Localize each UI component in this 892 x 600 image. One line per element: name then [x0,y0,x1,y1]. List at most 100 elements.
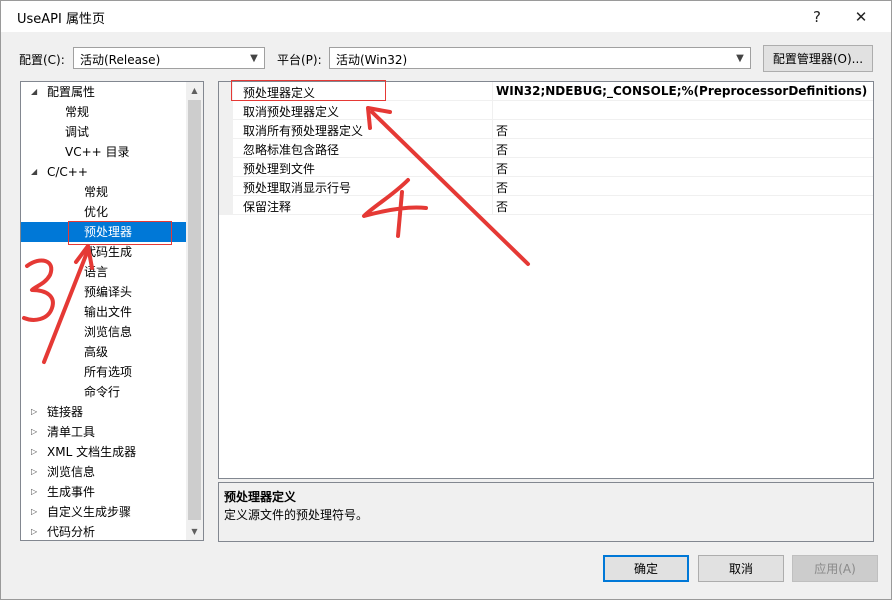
tree-item-label: 语言 [84,265,109,279]
property-row[interactable]: 取消所有预处理器定义 否 [219,120,873,139]
expand-arrow-icon[interactable]: ▷ [31,462,41,482]
tree-item[interactable]: 命令行 [21,382,187,402]
property-row[interactable]: 取消预处理器定义 [219,101,873,120]
tree-item[interactable]: 代码生成 [21,242,187,262]
description-text: 定义源文件的预处理符号。 [224,508,369,522]
property-grid: 预处理器定义 WIN32;NDEBUG;_CONSOLE;%(Preprocess… [218,81,874,479]
tree-item[interactable]: ▷ 生成事件 [21,482,187,502]
platform-value: 活动(Win32) [336,53,408,67]
help-button[interactable]: ? [795,1,839,32]
row-gutter [219,139,233,158]
config-value: 活动(Release) [80,53,161,67]
tree-item-label: 高级 [84,345,109,359]
property-name: 忽略标准包含路径 [243,143,340,157]
tree-item-label: 优化 [84,205,109,219]
tree-item[interactable]: 优化 [21,202,187,222]
column-divider [492,101,493,120]
collapse-arrow-icon[interactable]: ◢ [31,82,41,102]
config-manager-button[interactable]: 配置管理器(O)... [763,45,873,72]
tree-item-label: 代码分析 [47,525,96,539]
config-dropdown[interactable]: 活动(Release) ▼ [73,47,265,69]
property-row[interactable]: 保留注释 否 [219,196,873,215]
tree-item[interactable]: 输出文件 [21,302,187,322]
ok-button[interactable]: 确定 [603,555,689,582]
row-gutter [219,158,233,177]
platform-label: 平台(P): [277,53,322,67]
column-divider [492,120,493,139]
property-row[interactable]: 预处理器定义 WIN32;NDEBUG;_CONSOLE;%(Preprocess… [219,82,873,101]
tree-item[interactable]: 常规 [21,102,187,122]
property-value: 否 [496,200,509,214]
close-button[interactable]: ✕ [839,1,883,32]
property-name: 取消预处理器定义 [243,105,340,119]
tree-item-label: 浏览信息 [84,325,133,339]
apply-button[interactable]: 应用(A) [792,555,878,582]
description-panel: 预处理器定义 定义源文件的预处理符号。 [218,482,874,542]
tree-item[interactable]: ▷ XML 文档生成器 [21,442,187,462]
tree-item[interactable]: 浏览信息 [21,322,187,342]
config-manager-label: 配置管理器(O)... [772,52,864,66]
chevron-down-icon: ▼ [736,52,744,64]
property-value: 否 [496,162,509,176]
chevron-down-icon: ▼ [250,52,258,64]
tree-item[interactable]: 所有选项 [21,362,187,382]
ok-label: 确定 [633,562,658,576]
tree-item[interactable]: 语言 [21,262,187,282]
expand-arrow-icon[interactable]: ▷ [31,422,41,442]
tree-item[interactable]: 常规 [21,182,187,202]
tree-scrollbar[interactable]: ▲ ▼ [186,82,203,540]
tree-item[interactable]: ◢ 配置属性 [21,82,187,102]
property-row[interactable]: 忽略标准包含路径 否 [219,139,873,158]
scroll-down-icon[interactable]: ▼ [186,523,203,540]
help-icon: ? [813,7,821,26]
tree-item-label: C/C++ [47,165,88,179]
expand-arrow-icon[interactable]: ▷ [31,502,41,522]
property-value: 否 [496,124,509,138]
tree-item-label: 代码生成 [84,245,133,259]
cancel-label: 取消 [728,562,753,576]
tree-item-label: 链接器 [47,405,84,419]
tree-item-label: 命令行 [84,385,121,399]
property-name: 预处理器定义 [243,86,316,100]
tree-item[interactable]: 预编译头 [21,282,187,302]
property-value: 否 [496,181,509,195]
platform-dropdown[interactable]: 活动(Win32) ▼ [329,47,751,69]
row-gutter [219,120,233,139]
property-name: 取消所有预处理器定义 [243,124,364,138]
tree-item[interactable]: 高级 [21,342,187,362]
property-name: 预处理到文件 [243,162,316,176]
expand-arrow-icon[interactable]: ▷ [31,402,41,422]
column-divider [492,196,493,215]
collapse-arrow-icon[interactable]: ◢ [31,162,41,182]
tree-item-label: 浏览信息 [47,465,96,479]
tree-item[interactable]: VC++ 目录 [21,142,187,162]
row-gutter [219,101,233,120]
tree-item[interactable]: ▷ 清单工具 [21,422,187,442]
tree-item[interactable]: ▷ 浏览信息 [21,462,187,482]
column-divider [492,177,493,196]
expand-arrow-icon[interactable]: ▷ [31,522,41,540]
tree-item[interactable]: ▷ 自定义生成步骤 [21,502,187,522]
cancel-button[interactable]: 取消 [698,555,784,582]
expand-arrow-icon[interactable]: ▷ [31,482,41,502]
tree-item[interactable]: 预处理器 [21,222,187,242]
row-gutter [219,82,233,101]
tree-item-label: 常规 [84,185,109,199]
scroll-up-icon[interactable]: ▲ [186,82,203,99]
property-value: WIN32;NDEBUG;_CONSOLE;%(PreprocessorDefi… [496,84,868,98]
property-row[interactable]: 预处理到文件 否 [219,158,873,177]
tree-item[interactable]: 调试 [21,122,187,142]
expand-arrow-icon[interactable]: ▷ [31,442,41,462]
property-name: 保留注释 [243,200,292,214]
tree-item[interactable]: ▷ 代码分析 [21,522,187,540]
tree-item-label: 所有选项 [84,365,133,379]
property-value: 否 [496,143,509,157]
scroll-thumb[interactable] [188,100,201,520]
title-bar: UseAPI 属性页 ? ✕ [1,1,891,32]
property-tree: ◢ 配置属性 常规 调试 VC++ 目录 ◢ C/C++ 常规 优化 预处理器 代码生成 语言 预编译头… [20,81,204,541]
apply-label: 应用(A) [814,562,856,576]
property-row[interactable]: 预处理取消显示行号 否 [219,177,873,196]
tree-item-label: XML 文档生成器 [47,445,137,459]
tree-item[interactable]: ◢ C/C++ [21,162,187,182]
tree-item[interactable]: ▷ 链接器 [21,402,187,422]
